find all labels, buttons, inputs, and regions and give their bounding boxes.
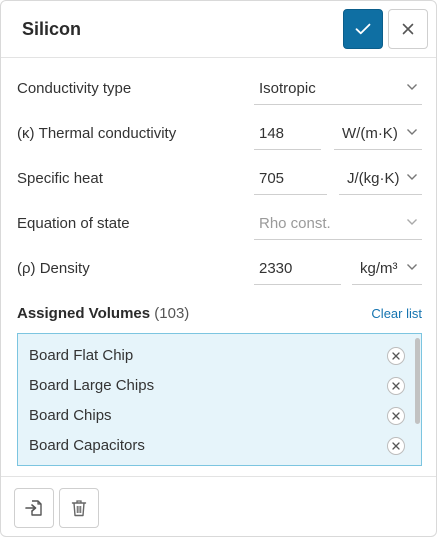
volume-name: Board Capacitors <box>29 437 145 454</box>
close-button[interactable] <box>388 9 428 49</box>
confirm-button[interactable] <box>343 9 383 49</box>
chevron-down-icon <box>407 264 417 270</box>
panel-footer <box>1 476 436 536</box>
specific-heat-label: Specific heat <box>17 170 103 187</box>
conductivity-type-label: Conductivity type <box>17 80 132 97</box>
assigned-volumes-list[interactable]: Board Flat Chip Board Large Chips Board … <box>17 333 422 466</box>
assigned-volumes-header: Assigned Volumes (103) Clear list <box>17 305 422 325</box>
density-unit: kg/m³ <box>360 260 398 277</box>
remove-volume-button[interactable] <box>387 347 405 365</box>
chevron-down-icon <box>407 129 417 135</box>
trash-icon <box>71 500 87 517</box>
row-thermal-conductivity: (κ) Thermal conductivity 148 W/(m·K) <box>1 112 436 156</box>
equation-of-state-label: Equation of state <box>17 215 130 232</box>
density-value: 2330 <box>259 260 293 277</box>
close-icon <box>392 382 400 390</box>
assigned-volumes-title: Assigned Volumes (103) <box>17 305 189 322</box>
chevron-down-icon <box>407 174 417 180</box>
list-item[interactable]: Board Large Chips <box>18 364 421 395</box>
check-icon <box>355 23 371 35</box>
conductivity-type-value: Isotropic <box>259 80 316 97</box>
thermal-conductivity-label: (κ) Thermal conductivity <box>17 125 177 142</box>
material-panel: Silicon Conductivity type Isotropic (κ) … <box>0 0 437 537</box>
volume-name: Board Chips <box>29 407 112 424</box>
clear-list-link[interactable]: Clear list <box>371 306 422 321</box>
close-icon <box>402 23 414 35</box>
remove-volume-button[interactable] <box>387 377 405 395</box>
specific-heat-input[interactable]: 705 <box>254 161 327 195</box>
thermal-conductivity-input[interactable]: 148 <box>254 116 321 150</box>
close-icon <box>392 352 400 360</box>
volume-name: Board Flat Chip <box>29 347 134 364</box>
remove-volume-button[interactable] <box>387 407 405 425</box>
import-icon <box>25 500 42 516</box>
row-density: (ρ) Density 2330 kg/m³ <box>1 247 436 291</box>
volume-name: Board Large Chips <box>29 377 155 394</box>
equation-of-state-select[interactable]: Rho const. <box>254 206 422 240</box>
conductivity-type-select[interactable]: Isotropic <box>254 71 422 105</box>
list-item[interactable]: Board Capacitors <box>18 424 421 455</box>
delete-button[interactable] <box>59 488 99 528</box>
list-item[interactable]: Board Chips <box>18 394 421 425</box>
list-scrollbar[interactable] <box>415 338 420 424</box>
thermal-conductivity-value: 148 <box>259 125 285 142</box>
chevron-down-icon <box>407 84 417 90</box>
assigned-volumes-label: Assigned Volumes <box>17 305 151 322</box>
row-equation-of-state: Equation of state Rho const. <box>1 202 436 246</box>
thermal-conductivity-unit-select[interactable]: W/(m·K) <box>334 116 422 150</box>
close-icon <box>392 412 400 420</box>
density-input[interactable]: 2330 <box>254 251 341 285</box>
specific-heat-value: 705 <box>259 170 285 187</box>
density-unit-select[interactable]: kg/m³ <box>352 251 422 285</box>
chevron-down-icon <box>407 219 417 225</box>
remove-volume-button[interactable] <box>387 437 405 455</box>
panel-header: Silicon <box>1 1 436 58</box>
import-button[interactable] <box>14 488 54 528</box>
density-label: (ρ) Density <box>17 260 90 277</box>
row-conductivity-type: Conductivity type Isotropic <box>1 67 436 111</box>
close-icon <box>392 442 400 450</box>
thermal-conductivity-unit: W/(m·K) <box>342 125 398 142</box>
list-item[interactable]: Board Flat Chip <box>18 334 421 365</box>
equation-of-state-value: Rho const. <box>259 215 331 232</box>
row-specific-heat: Specific heat 705 J/(kg·K) <box>1 157 436 201</box>
panel-title: Silicon <box>22 19 82 39</box>
specific-heat-unit: J/(kg·K) <box>347 170 400 187</box>
specific-heat-unit-select[interactable]: J/(kg·K) <box>339 161 422 195</box>
assigned-volumes-count: (103) <box>154 305 190 322</box>
